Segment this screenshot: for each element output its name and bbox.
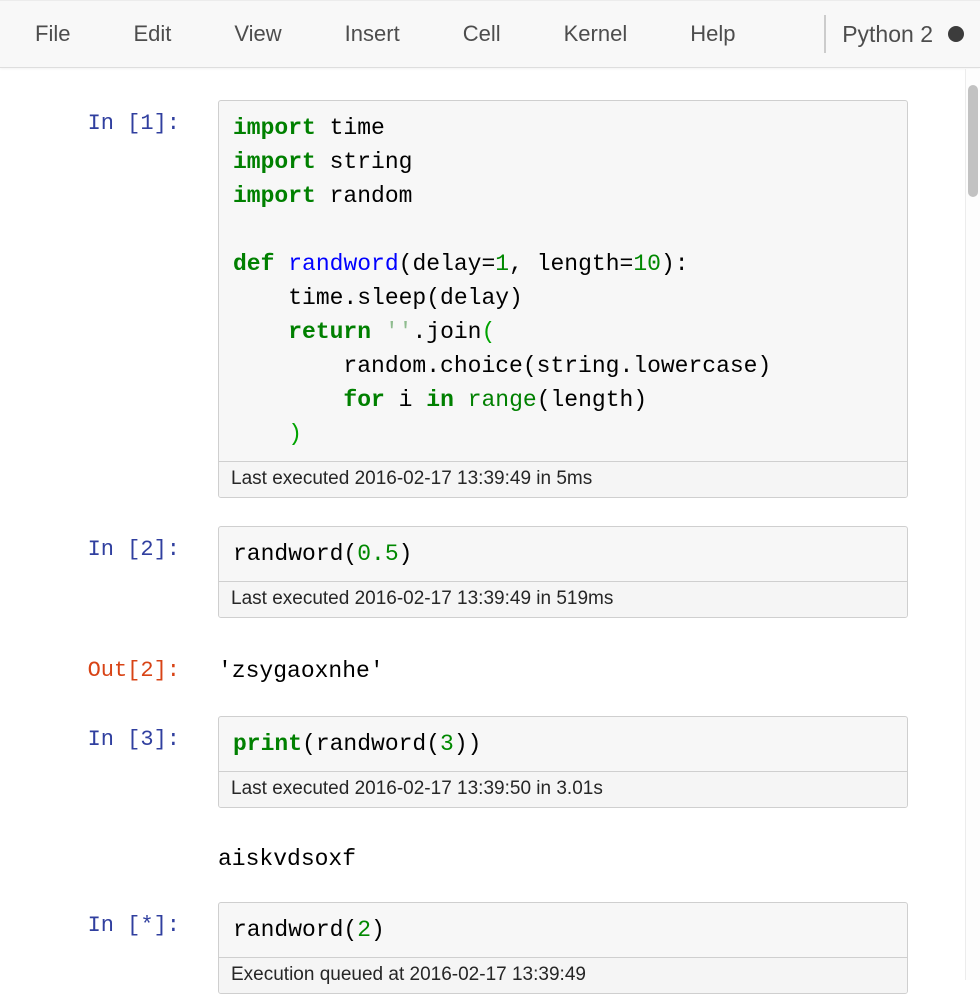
menu-item-insert[interactable]: Insert: [345, 21, 400, 47]
scrollbar-thumb[interactable]: [968, 85, 978, 197]
menu-item-kernel[interactable]: Kernel: [564, 21, 628, 47]
menu-item-file[interactable]: File: [35, 21, 70, 47]
kernel-name: Python 2: [842, 21, 933, 48]
notebook-container: In [1]: import timeimport stringimport r…: [0, 68, 980, 994]
main-menu: File Edit View Insert Cell Kernel Help: [35, 21, 735, 47]
stream-output-text-3: aiskvdsoxf: [218, 834, 356, 872]
menu-item-view[interactable]: View: [234, 21, 281, 47]
code-editor-1[interactable]: import timeimport stringimport random de…: [219, 101, 907, 461]
input-prompt-2: In [2]:: [0, 526, 180, 618]
code-input-area-3[interactable]: print(randword(3)) Last executed 2016-02…: [218, 716, 908, 808]
code-cell-3: In [3]: print(randword(3)) Last executed…: [0, 716, 908, 808]
menu-item-cell[interactable]: Cell: [463, 21, 501, 47]
execution-queued-footer-4: Execution queued at 2016-02-17 13:39:49: [219, 957, 907, 993]
code-input-area-4[interactable]: randword(2) Execution queued at 2016-02-…: [218, 902, 908, 994]
code-input-area-2[interactable]: randword(0.5) Last executed 2016-02-17 1…: [218, 526, 908, 618]
input-prompt-4: In [*]:: [0, 902, 180, 994]
input-prompt-1: In [1]:: [0, 100, 180, 498]
execution-time-footer-2: Last executed 2016-02-17 13:39:49 in 519…: [219, 581, 907, 617]
menu-item-edit[interactable]: Edit: [133, 21, 171, 47]
jupyter-notebook-app: File Edit View Insert Cell Kernel Help P…: [0, 0, 980, 994]
execution-time-footer-3: Last executed 2016-02-17 13:39:50 in 3.0…: [219, 771, 907, 807]
code-cell-4-running: In [*]: randword(2) Execution queued at …: [0, 902, 908, 994]
kernel-indicator-area: Python 2: [824, 15, 964, 53]
scrollbar-track[interactable]: [965, 69, 980, 980]
menu-item-help[interactable]: Help: [690, 21, 735, 47]
kernel-busy-indicator-icon: [948, 26, 964, 42]
code-cell-1: In [1]: import timeimport stringimport r…: [0, 100, 908, 498]
code-cell-2: In [2]: randword(0.5) Last executed 2016…: [0, 526, 908, 618]
output-prompt-empty: [0, 834, 180, 872]
input-prompt-3: In [3]:: [0, 716, 180, 808]
code-editor-3[interactable]: print(randword(3)): [219, 717, 907, 771]
output-area-2: Out[2]: 'zsygaoxnhe': [0, 646, 908, 684]
menu-separator: [824, 15, 826, 53]
code-editor-2[interactable]: randword(0.5): [219, 527, 907, 581]
stream-output-3: aiskvdsoxf: [0, 834, 908, 872]
code-editor-4[interactable]: randword(2): [219, 903, 907, 957]
output-prompt-2: Out[2]:: [0, 646, 180, 684]
output-result-text-2: 'zsygaoxnhe': [218, 646, 384, 684]
menu-bar: File Edit View Insert Cell Kernel Help P…: [0, 0, 980, 68]
code-input-area-1[interactable]: import timeimport stringimport random de…: [218, 100, 908, 498]
execution-time-footer-1: Last executed 2016-02-17 13:39:49 in 5ms: [219, 461, 907, 497]
